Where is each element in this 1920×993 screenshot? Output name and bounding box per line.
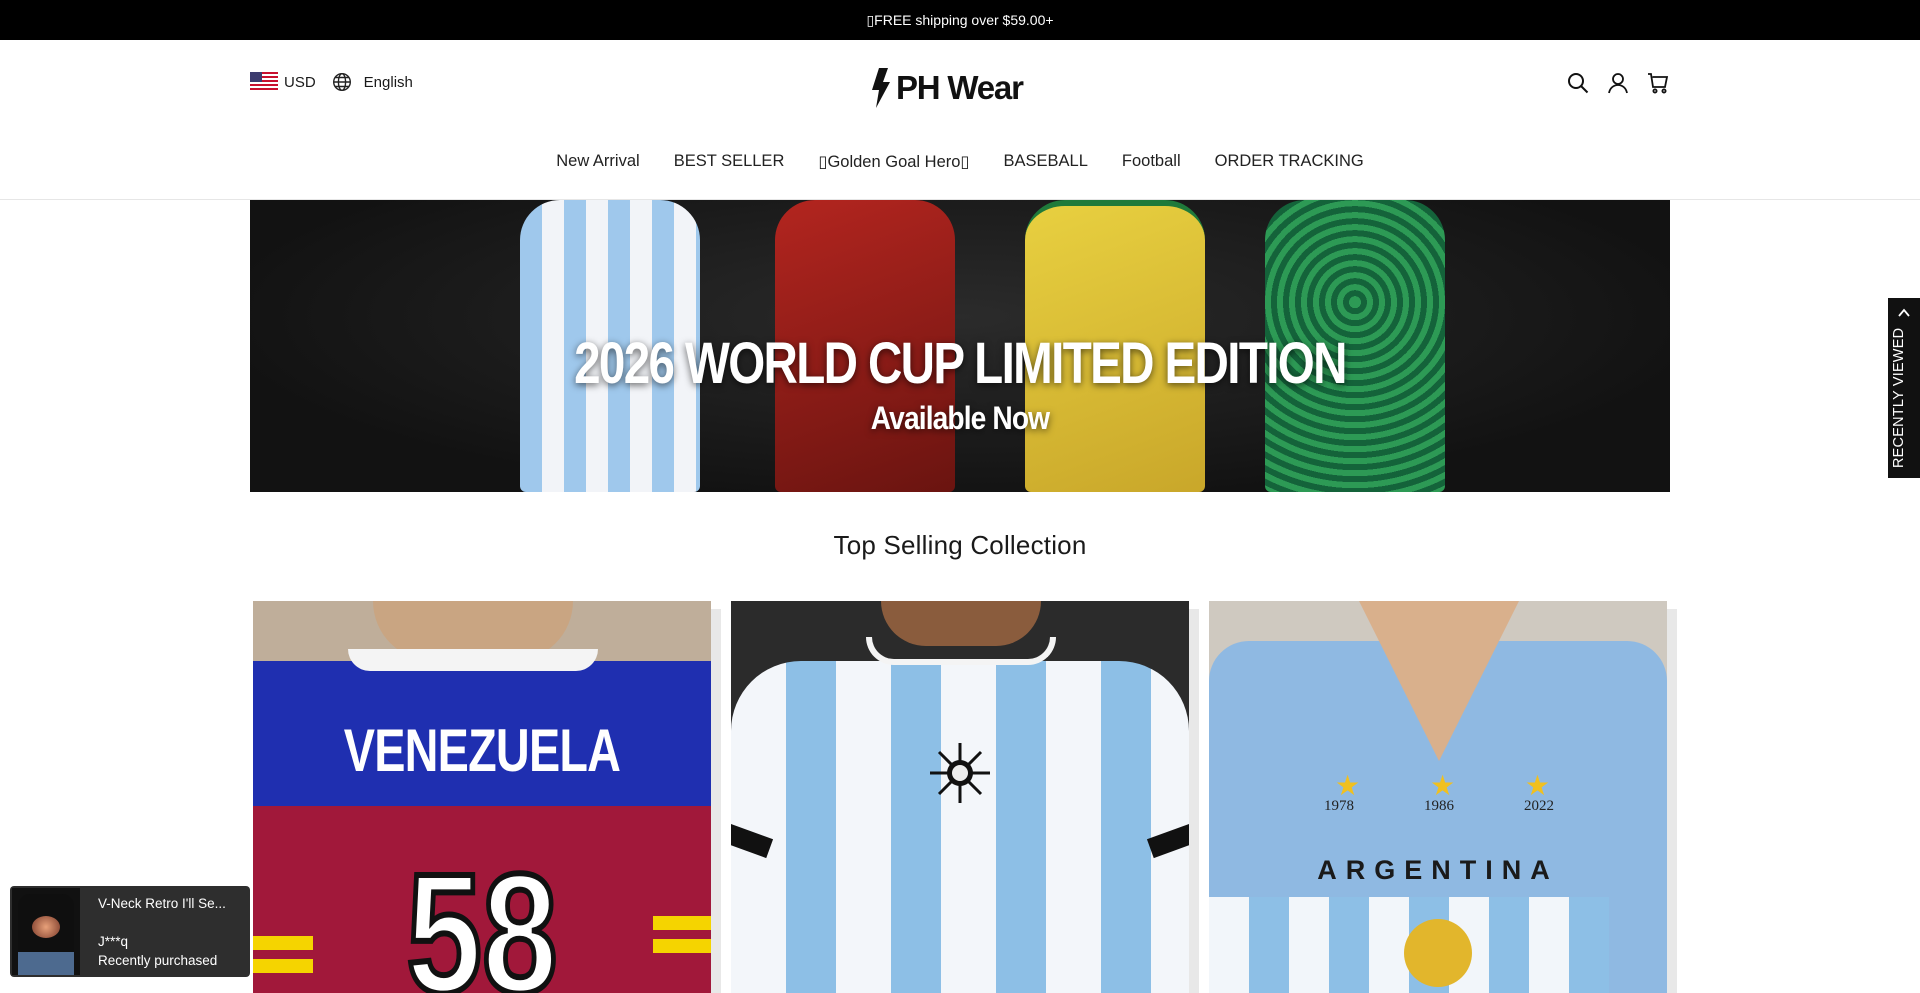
announcement-bar: ▯FREE shipping over $59.00+ <box>0 0 1920 40</box>
toast-product-name: V-Neck Retro I'll Se... <box>98 896 226 911</box>
site-header: USD English PH Wear New Arrival BEST SEL… <box>0 40 1920 200</box>
jersey-argentina-image <box>731 661 1189 993</box>
sleeve-stripe <box>653 939 711 953</box>
recently-viewed-label: RECENTLY VIEWED <box>1891 327 1907 468</box>
star-icon: ★ <box>1335 770 1361 801</box>
recently-viewed-tab[interactable]: RECENTLY VIEWED <box>1888 298 1920 478</box>
main-nav: New Arrival BEST SELLER ▯Golden Goal Her… <box>0 152 1920 172</box>
card-shadow <box>1189 609 1199 993</box>
nav-item-football[interactable]: Football <box>1122 152 1181 172</box>
locale-switcher: USD English <box>250 72 413 92</box>
search-icon[interactable] <box>1565 70 1591 96</box>
sleeve-stripe <box>253 936 313 950</box>
product-card-argentina-tee[interactable] <box>731 601 1189 993</box>
card-shadow <box>1667 609 1677 993</box>
jersey-number: 58 <box>404 839 560 993</box>
product-card-argentina-sweater[interactable]: 1978 1986 2022 ★ ★ ★ ARGENTINA <box>1209 601 1667 993</box>
toast-buyer: J***q <box>98 934 129 949</box>
chevron-up-icon <box>1898 308 1910 317</box>
banner-title: 2026 WORLD CUP LIMITED EDITION <box>574 331 1347 396</box>
product-card-venezuela[interactable]: VENEZUELA 58 <box>253 601 711 993</box>
section-title: Top Selling Collection <box>833 530 1087 560</box>
us-flag-icon[interactable] <box>250 72 278 92</box>
toast-status: Recently purchased <box>98 953 218 968</box>
nav-item-best-seller[interactable]: BEST SELLER <box>674 152 785 172</box>
account-icon[interactable] <box>1605 70 1631 96</box>
banner-subtitle: Available Now <box>870 400 1050 436</box>
nav-item-golden-goal-hero[interactable]: ▯Golden Goal Hero▯ <box>818 152 969 172</box>
hero-banner[interactable]: 2026 WORLD CUP LIMITED EDITION Available… <box>250 200 1670 492</box>
logo-text: PH Wear <box>896 69 1024 106</box>
star-row: ★ ★ ★ <box>1335 769 1550 802</box>
globe-icon[interactable] <box>332 72 352 92</box>
site-logo[interactable]: PH Wear <box>870 68 1024 108</box>
sweater-text: ARGENTINA <box>1317 855 1559 885</box>
sleeve-stripe <box>653 916 711 930</box>
purchase-notification[interactable]: V-Neck Retro I'll Se... J***q Recently p… <box>10 886 250 977</box>
sun-emblem-icon <box>930 743 990 803</box>
star-icon: ★ <box>1524 770 1550 801</box>
sun-emblem-icon <box>1404 919 1472 987</box>
announcement-text: ▯FREE shipping over $59.00+ <box>866 11 1054 28</box>
jersey-name: VENEZUELA <box>343 717 621 784</box>
logo-mark-icon <box>872 68 890 108</box>
card-shadow <box>711 609 721 993</box>
nav-item-new-arrival[interactable]: New Arrival <box>556 152 639 172</box>
jersey-collar <box>866 637 1056 665</box>
header-actions <box>1565 70 1671 96</box>
cart-icon[interactable] <box>1645 70 1671 96</box>
toast-product-thumbnail <box>12 888 80 975</box>
star-icon: ★ <box>1429 770 1456 801</box>
currency-selector[interactable]: USD <box>284 74 316 91</box>
nav-item-baseball[interactable]: BASEBALL <box>1004 152 1088 172</box>
language-selector[interactable]: English <box>364 74 413 91</box>
jersey-collar <box>348 649 598 671</box>
nav-item-order-tracking[interactable]: ORDER TRACKING <box>1215 152 1364 172</box>
sleeve-stripe <box>253 959 313 973</box>
